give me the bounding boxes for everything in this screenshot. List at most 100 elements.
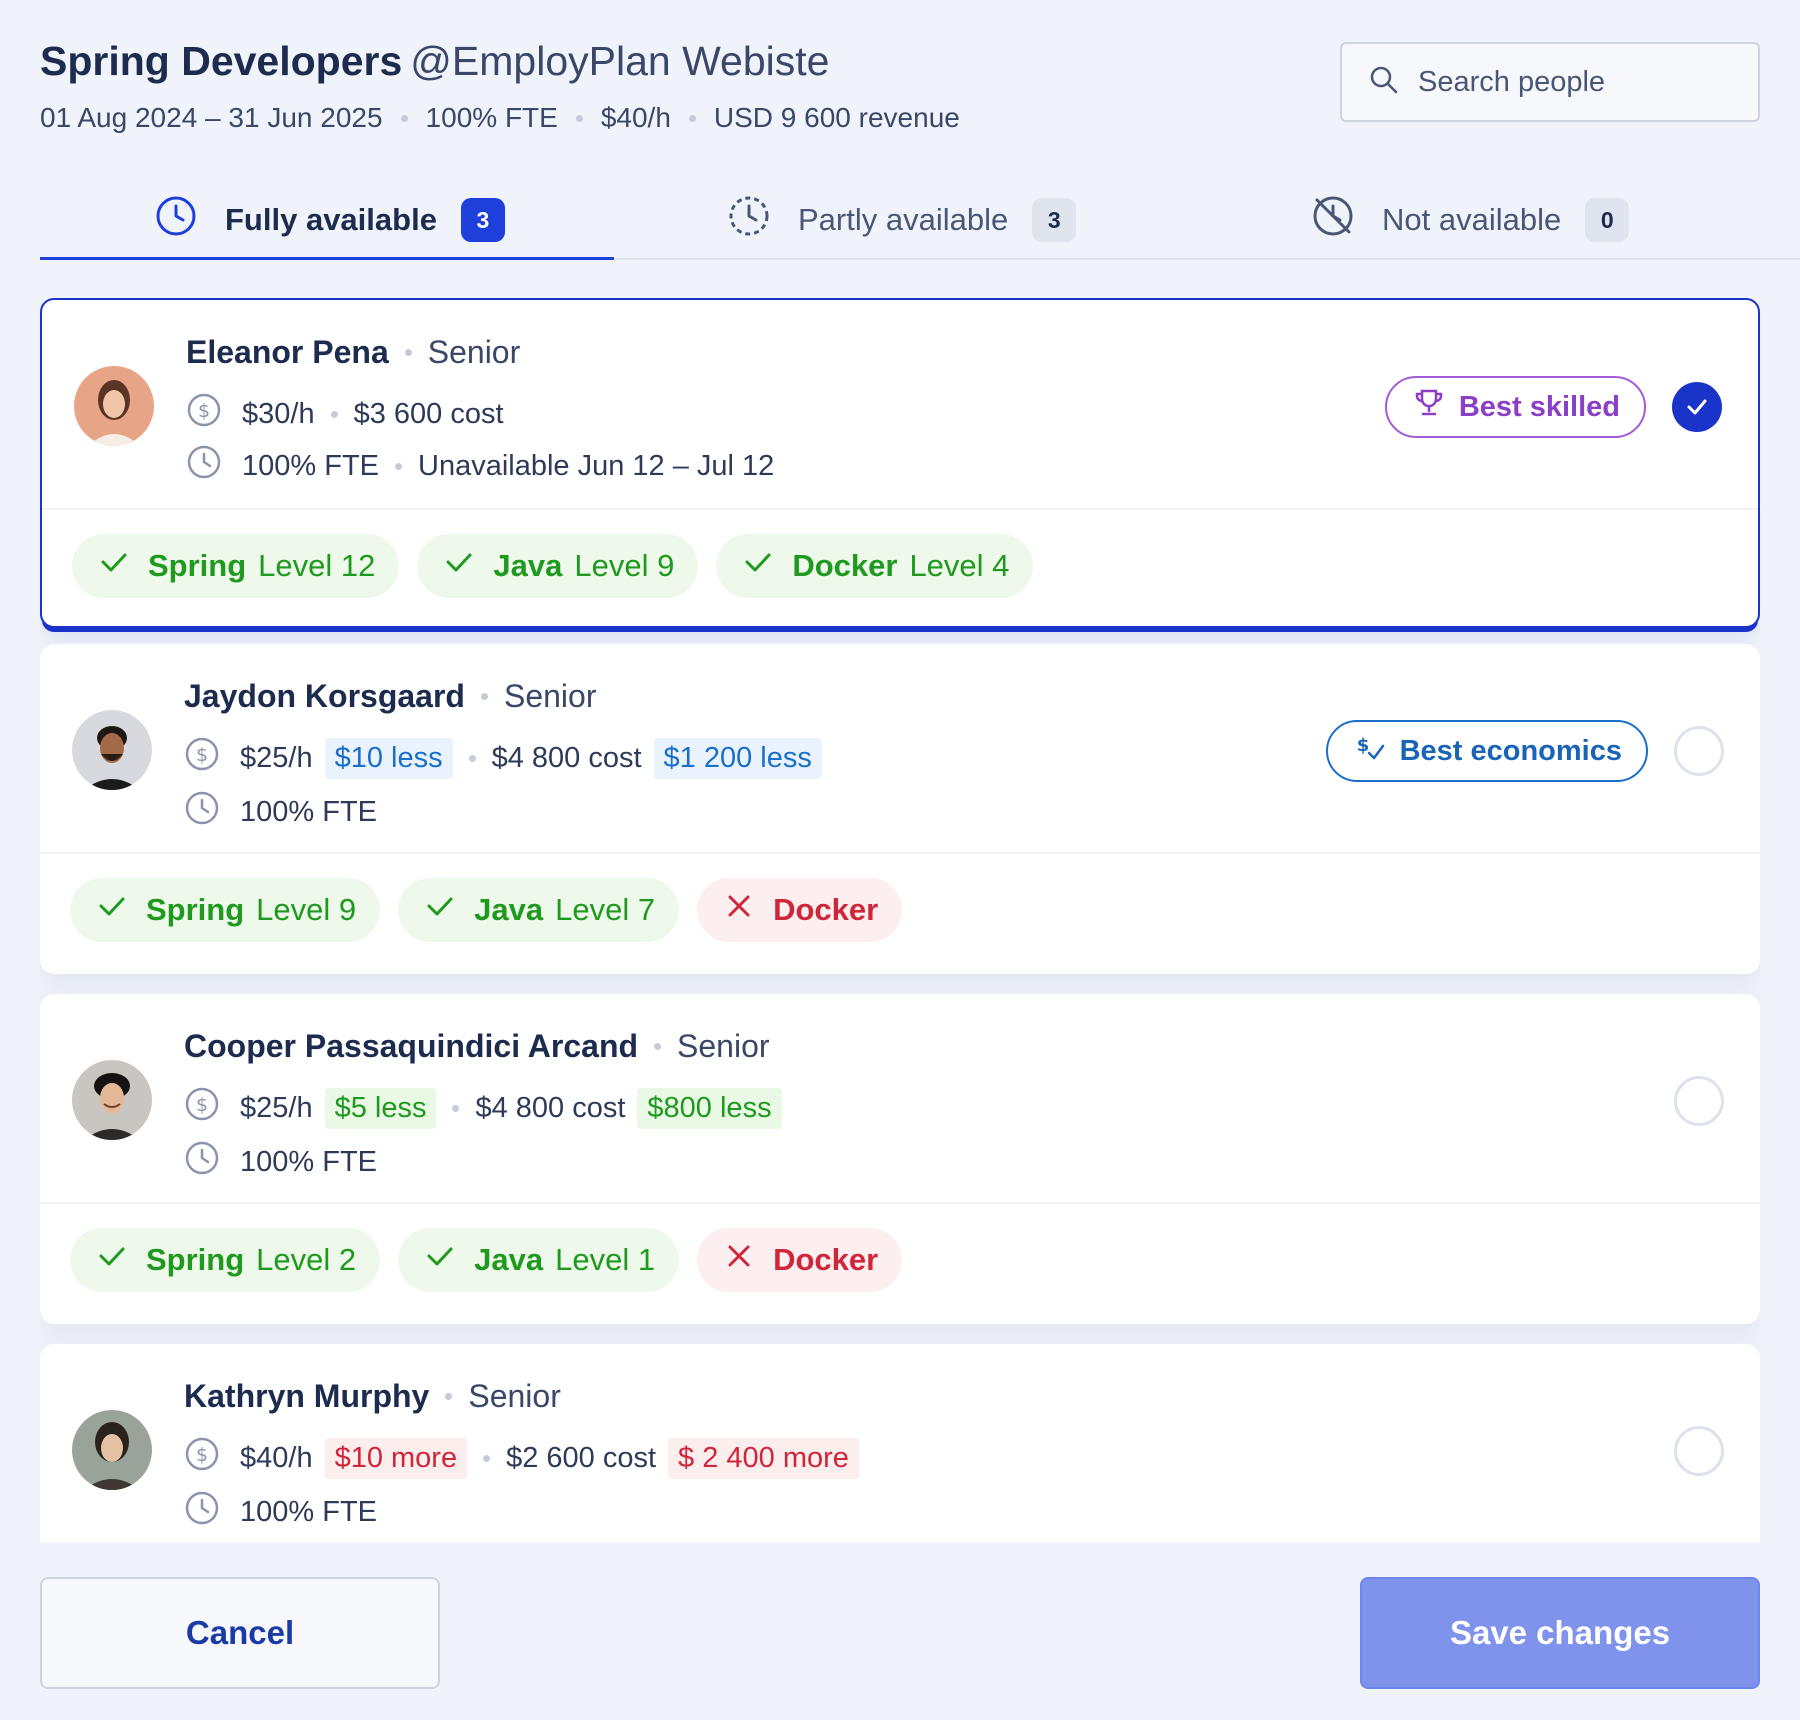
dollar-icon: $ [184,736,240,780]
person-level: Senior [503,678,597,714]
person-card[interactable]: Kathryn Murphy Senior $ $40/h $10 more $… [40,1344,1760,1542]
cost-delta: $ 2 400 more [668,1437,859,1479]
check-icon [443,546,493,586]
skill-name: Spring [146,892,245,927]
total-cost: $4 800 cost [491,741,642,774]
hourly-rate: $25/h [240,1091,313,1124]
check-icon [742,546,792,586]
clock-dashed-icon [728,195,798,245]
skill-level: Level 9 [574,548,675,583]
best-skilled-badge: Best skilled [1384,376,1646,438]
select-radio[interactable] [1674,726,1724,776]
dollar-icon: $ [184,1436,240,1480]
separator-dot [452,1104,460,1112]
project-name: @EmployPlan Webiste [410,38,830,84]
search-input[interactable] [1418,65,1738,99]
hourly-rate: $30/h [242,397,315,430]
fte-row: 100% FTE [184,1490,377,1534]
save-changes-button[interactable]: Save changes [1360,1577,1760,1689]
svg-text:$: $ [196,1444,208,1466]
skill-name: Docker [792,548,898,583]
separator-dot [468,754,476,762]
tab-count-badge: 3 [1032,198,1077,242]
separator-dot [480,693,488,700]
skill-level: Level 4 [909,548,1010,583]
person-card-header: Jaydon Korsgaard Senior $ $25/h $10 less… [40,644,1760,854]
select-radio[interactable] [1674,1426,1724,1476]
skill-level: Level 2 [256,1242,357,1277]
skill-level: Level 12 [258,548,376,583]
skill-tag: Spring Level 9 [70,878,381,942]
separator-dot [330,410,338,418]
separator-dot [395,462,402,470]
separator-dot [575,114,583,122]
person-name-row: Cooper Passaquindici Arcand Senior [184,1028,770,1065]
trophy-icon [1413,387,1459,427]
check-icon [424,1240,474,1280]
select-radio[interactable] [1672,382,1722,432]
badge-label: Best skilled [1458,390,1620,423]
cost-row: $ $25/h $5 less $4 800 cost $800 less [184,1086,782,1130]
total-cost: $4 800 cost [475,1091,626,1124]
dollar-check-icon: $ [1354,731,1400,771]
person-card[interactable]: Jaydon Korsgaard Senior $ $25/h $10 less… [40,644,1760,974]
project-revenue: USD 9 600 revenue [713,102,960,133]
skill-tag: Java Level 9 [417,534,699,598]
person-card-header: Eleanor Pena Senior $ $30/h $3 600 cost … [42,300,1758,510]
cancel-button[interactable]: Cancel [40,1577,440,1689]
clock-icon [184,1140,240,1184]
person-card[interactable]: Cooper Passaquindici Arcand Senior $ $25… [40,994,1760,1324]
fte-row: 100% FTE [184,1140,377,1184]
skill-tag: Spring Level 12 [72,534,400,598]
tab-not-available[interactable]: Not available 0 [1312,180,1630,260]
tab-partly-available[interactable]: Partly available 3 [728,180,1077,260]
tab-count-badge: 3 [460,198,505,242]
check-icon [96,1240,146,1280]
clock-icon [184,1490,240,1534]
clock-icon [155,195,225,245]
skill-name: Spring [148,548,247,583]
person-card-header: Kathryn Murphy Senior $ $40/h $10 more $… [40,1344,1760,1542]
avatar [72,1060,152,1140]
active-tab-indicator [40,257,614,260]
cost-delta: $800 less [637,1087,782,1129]
fte-value: 100% FTE [242,449,379,482]
select-radio[interactable] [1674,1076,1724,1126]
rate-delta: $10 less [324,737,453,779]
skill-tag: Docker [697,878,903,942]
skill-name: Java [474,1242,544,1277]
skill-tag: Spring Level 2 [70,1228,381,1292]
svg-text:$: $ [198,400,210,422]
tab-fully-available[interactable]: Fully available 3 [155,180,505,260]
avatar [72,710,152,790]
person-card[interactable]: Eleanor Pena Senior $ $30/h $3 600 cost … [40,298,1760,628]
hourly-rate: $25/h [240,741,313,774]
skill-level: Level 7 [555,892,656,927]
person-level: Senior [677,1028,770,1064]
skill-name: Docker [773,892,879,927]
separator-dot [400,114,408,122]
skills-row: Spring Level 12 Java Level 9 Docker Level 4 [42,510,1758,622]
separator-dot [654,1043,662,1050]
tab-label: Not available [1382,202,1562,237]
role-title: Spring Developers [40,38,403,84]
best-economics-badge: $ Best economics [1325,720,1648,782]
dollar-icon: $ [184,1086,240,1130]
skill-level: Level 9 [256,892,357,927]
person-name: Eleanor Pena [186,334,389,370]
skill-tag: Java Level 7 [398,878,680,942]
skill-tag: Docker [697,1228,903,1292]
fte-value: 100% FTE [240,1495,377,1528]
tab-label: Fully available [225,202,437,237]
fte-row: 100% FTE Unavailable Jun 12 – Jul 12 [186,444,774,488]
person-name-row: Eleanor Pena Senior [186,334,520,371]
cost-row: $ $25/h $10 less $4 800 cost $1 200 less [184,736,822,780]
separator-dot [483,1454,491,1462]
skill-name: Java [474,892,544,927]
people-list[interactable]: Eleanor Pena Senior $ $30/h $3 600 cost … [40,298,1760,1542]
x-icon [723,890,773,930]
fte-value: 100% FTE [240,1145,377,1178]
tab-count-badge: 0 [1585,198,1630,242]
dollar-icon: $ [186,392,242,436]
search-box[interactable] [1340,42,1760,122]
